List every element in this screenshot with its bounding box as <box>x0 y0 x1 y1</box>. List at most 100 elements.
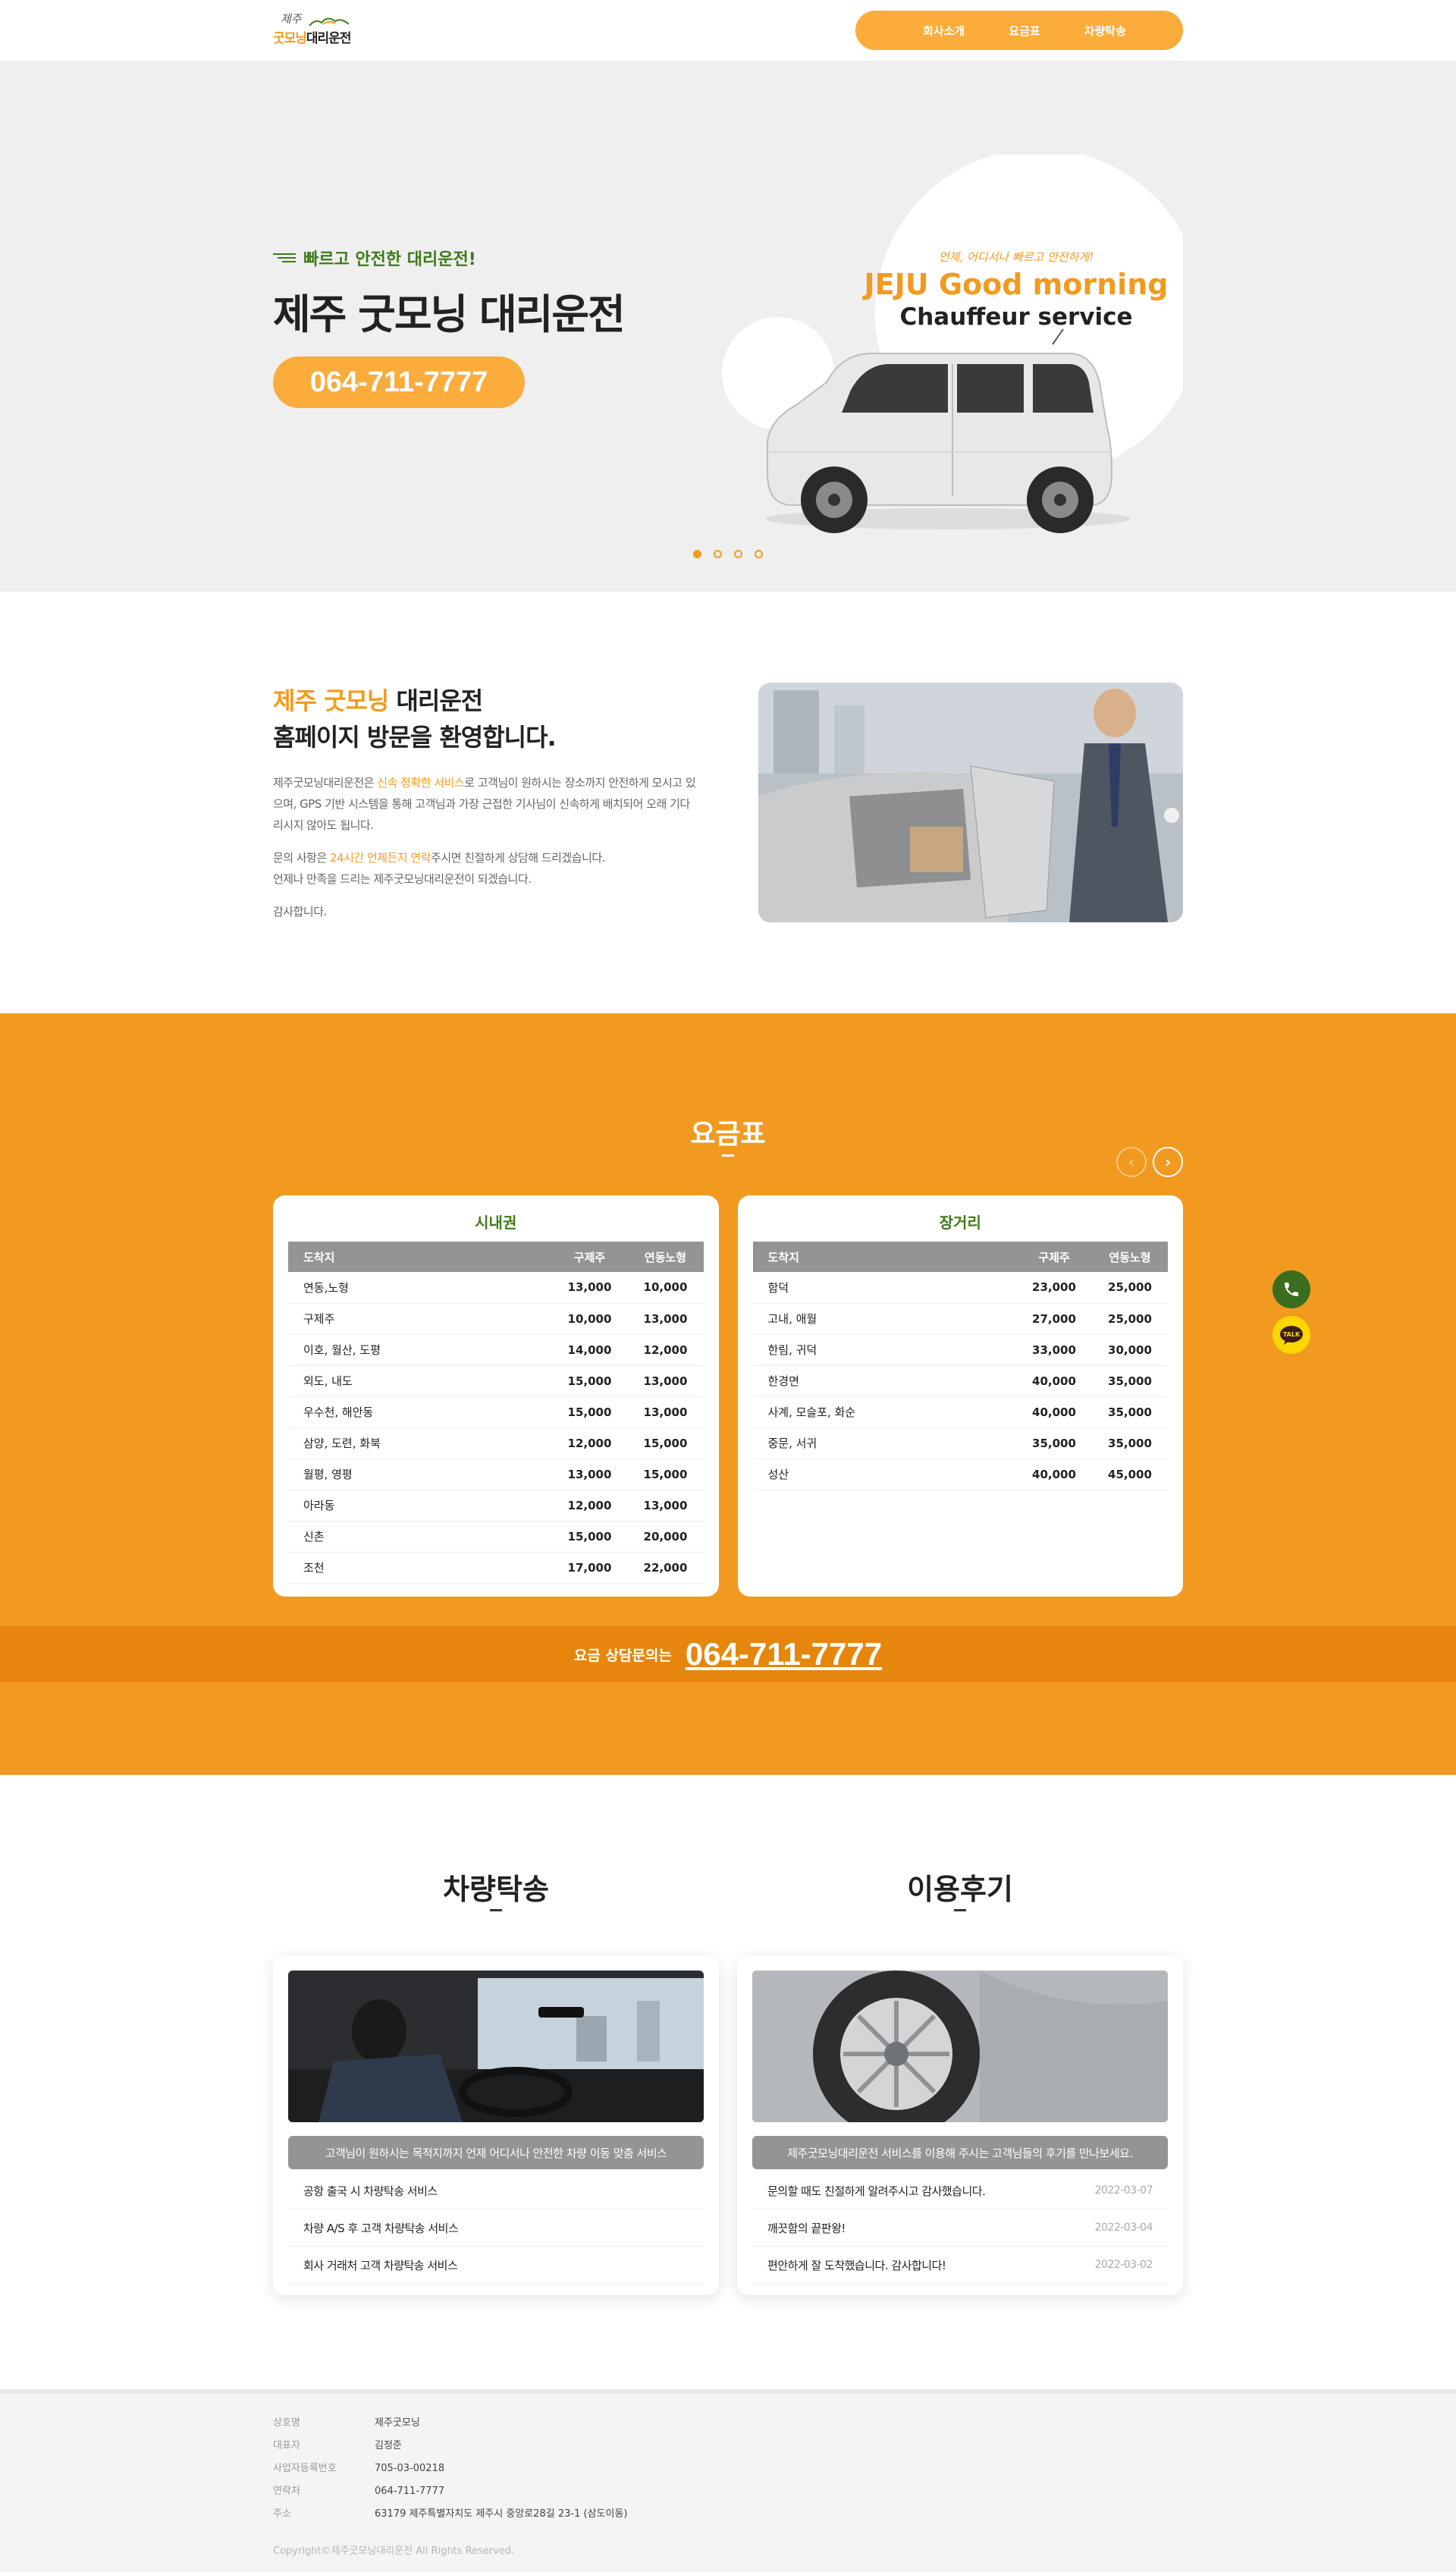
table-row: 성산 40,000 45,000 <box>752 1459 1168 1490</box>
table-row: 중문, 서귀 35,000 35,000 <box>752 1427 1168 1459</box>
delivery-title: 차량탁송 <box>273 1866 719 1911</box>
chauffeur-photo <box>758 683 1183 922</box>
list-item[interactable]: 깨끗함의 끝판왕! 2022-03-04 <box>752 2209 1168 2247</box>
col-yeondong: 연동노형 <box>627 1242 704 1272</box>
info-value: 김정준 <box>375 2440 402 2451</box>
table-row: 고내, 애월 27,000 25,000 <box>752 1303 1168 1335</box>
nav-item-about[interactable]: 회사소개 <box>923 23 965 39</box>
col-old-city: 구제주 <box>1016 1242 1092 1272</box>
cell-fare: 13,000 <box>627 1490 704 1522</box>
price-table-city: 도착지 구제주 연동노형 연동,노형 13,000 10,000 구제주 10,000 1… <box>288 1242 704 1584</box>
cell-destination: 구제주 <box>288 1303 552 1335</box>
cell-fare: 22,000 <box>627 1552 704 1584</box>
main-nav: 회사소개 요금표 차량탁송 <box>855 11 1183 50</box>
nav-item-price[interactable]: 요금표 <box>1009 23 1040 39</box>
col-old-city: 구제주 <box>551 1242 628 1272</box>
site-header: 제주 굿모닝대리운전 회사소개 요금표 차량탁송 <box>0 0 1456 61</box>
delivery-list: 공항 출국 시 차량탁송 서비스 차량 A/S 후 고객 차량탁송 서비스 회사… <box>288 2172 704 2284</box>
cell-fare: 15,000 <box>551 1365 628 1397</box>
hero-phone-button[interactable]: 064-711-7777 <box>273 356 525 408</box>
cell-destination: 월평, 영평 <box>288 1459 552 1490</box>
kakaotalk-label: TALK <box>1283 1331 1301 1338</box>
price-contact-phone[interactable]: 064-711-7777 <box>686 1636 882 1672</box>
table-row: 연동,노형 13,000 10,000 <box>288 1272 704 1304</box>
logo-script: 제주 <box>281 12 302 26</box>
info-value: 064-711-7777 <box>375 2486 445 2497</box>
floating-call-button[interactable] <box>1272 1270 1310 1308</box>
cell-destination: 한경면 <box>752 1365 1016 1397</box>
list-item[interactable]: 공항 출국 시 차량탁송 서비스 <box>288 2172 704 2209</box>
list-item[interactable]: 편안하게 잘 도착했습니다. 감사합니다! 2022-03-02 <box>752 2247 1168 2284</box>
price-slider-arrows: ‹ › <box>1116 1147 1183 1177</box>
floating-kakao-button[interactable]: TALK <box>1272 1316 1310 1354</box>
phone-icon <box>1285 1283 1298 1296</box>
cell-destination: 한림, 귀덕 <box>752 1334 1016 1366</box>
cell-destination: 외도, 내도 <box>288 1365 552 1397</box>
cell-destination: 연동,노형 <box>288 1272 552 1304</box>
cell-fare: 45,000 <box>1092 1459 1168 1490</box>
cell-fare: 12,000 <box>551 1490 628 1522</box>
prev-arrow-icon[interactable]: ‹ <box>1116 1147 1147 1177</box>
cell-fare: 35,000 <box>1092 1427 1168 1459</box>
cell-fare: 33,000 <box>1016 1334 1092 1366</box>
review-card: 제주굿모닝대리운전 서비스를 이용해 주시는 고객님들의 후기를 만나보세요. … <box>737 1955 1183 2295</box>
cell-fare: 25,000 <box>1092 1272 1168 1304</box>
table-row: 우수천, 해안동 15,000 13,000 <box>288 1396 704 1428</box>
cell-destination: 우수천, 해안동 <box>288 1396 552 1428</box>
cell-destination: 성산 <box>752 1459 1016 1490</box>
cell-fare: 17,000 <box>551 1552 628 1584</box>
cell-fare: 13,000 <box>627 1303 704 1335</box>
company-info: 상호명 제주굿모닝 대표자 김정준 사업자등록번호 705-03-00218 연락처 0… <box>273 2412 628 2526</box>
list-item[interactable]: 문의할 때도 친절하게 알려주시고 감사했습니다. 2022-03-07 <box>752 2172 1168 2209</box>
cell-fare: 14,000 <box>551 1334 628 1366</box>
delivery-card: 고객님이 원하시는 목적지까지 언제 어디서나 안전한 차량 이동 맞춤 서비스… <box>273 1955 719 2295</box>
slider-dot[interactable] <box>755 550 763 558</box>
price-card: 시내권 도착지 구제주 연동노형 연동,노형 13,000 10,000 구제주 10,… <box>273 1195 719 1597</box>
price-contact-bar: 요금 상담문의는 064-711-7777 <box>0 1626 1456 1682</box>
cell-fare: 35,000 <box>1016 1427 1092 1459</box>
cell-destination: 조천 <box>288 1552 552 1584</box>
hero-slider: 빠르고 안전한 대리운전! 제주 굿모닝 대리운전 064-711-7777 언… <box>0 61 1456 592</box>
cell-fare: 40,000 <box>1016 1365 1092 1397</box>
info-key: 사업자등록번호 <box>273 2463 337 2474</box>
list-item[interactable]: 회사 거래처 고객 차량탁송 서비스 <box>288 2247 704 2284</box>
slider-dot[interactable] <box>714 550 722 558</box>
slider-dot[interactable] <box>734 550 742 558</box>
table-row: 한림, 귀덕 33,000 30,000 <box>752 1334 1168 1366</box>
price-card: 장거리 도착지 구제주 연동노형 함덕 23,000 25,000 고내, 애월 27,… <box>737 1195 1183 1597</box>
cell-fare: 13,000 <box>627 1365 704 1397</box>
site-footer: 상호명 제주굿모닝 대표자 김정준 사업자등록번호 705-03-00218 연락처 0… <box>0 2389 1456 2572</box>
review-list: 문의할 때도 친절하게 알려주시고 감사했습니다. 2022-03-07 깨끗함의… <box>752 2172 1168 2284</box>
price-section: 요금표 ‹ › 시내권 도착지 구제주 연동노형 연동,노형 13,000 10,0… <box>0 1013 1456 1775</box>
welcome-title: 제주 굿모닝 대리운전 홈페이지 방문을 환영합니다. <box>273 686 557 752</box>
cell-destination: 함덕 <box>752 1272 1016 1304</box>
next-arrow-icon[interactable]: › <box>1153 1147 1183 1177</box>
hero-art-subtitle: Chauffeur service <box>899 303 1132 331</box>
driver-photo[interactable] <box>288 1971 704 2122</box>
table-row: 외도, 내도 15,000 13,000 <box>288 1365 704 1397</box>
list-item[interactable]: 차량 A/S 후 고객 차량탁송 서비스 <box>288 2209 704 2247</box>
hero-art-script: 언제, 어디서나 빠르고 안전하게! <box>939 250 1094 264</box>
welcome-text: 제주굿모닝대리운전은 신속 정확한 서비스로 고객님이 원하시는 장소까지 안전… <box>273 776 696 919</box>
slider-dot[interactable] <box>693 550 701 558</box>
cell-fare: 13,000 <box>627 1396 704 1428</box>
price-card-title: 장거리 <box>939 1214 981 1232</box>
cell-fare: 35,000 <box>1092 1396 1168 1428</box>
welcome-section: 제주 굿모닝 대리운전 홈페이지 방문을 환영합니다. 제주굿모닝대리운전은 신… <box>0 592 1456 1013</box>
price-tables: 시내권 도착지 구제주 연동노형 연동,노형 13,000 10,000 구제주 10,… <box>273 1195 1183 1597</box>
logo[interactable]: 제주 굿모닝대리운전 <box>273 11 356 49</box>
cell-fare: 10,000 <box>551 1303 628 1335</box>
nav-item-delivery[interactable]: 차량탁송 <box>1084 23 1126 39</box>
table-row: 사계, 모슬포, 화순 40,000 35,000 <box>752 1396 1168 1428</box>
cell-destination: 사계, 모슬포, 화순 <box>752 1396 1016 1428</box>
cell-fare: 20,000 <box>627 1521 704 1553</box>
boards-section: 차량탁송 고객님이 원하시는 목적지까지 언제 어디서나 안전한 차량 이동 맞… <box>0 1775 1456 2389</box>
cell-fare: 27,000 <box>1016 1303 1092 1335</box>
wheel-photo[interactable] <box>752 1971 1168 2137</box>
cell-fare: 13,000 <box>551 1459 628 1490</box>
info-key: 주소 <box>273 2508 291 2520</box>
cell-fare: 12,000 <box>551 1427 628 1459</box>
hero-art-title: JEJU Good morning <box>862 268 1169 301</box>
table-row: 신촌 15,000 20,000 <box>288 1521 704 1553</box>
cell-fare: 30,000 <box>1092 1334 1168 1366</box>
